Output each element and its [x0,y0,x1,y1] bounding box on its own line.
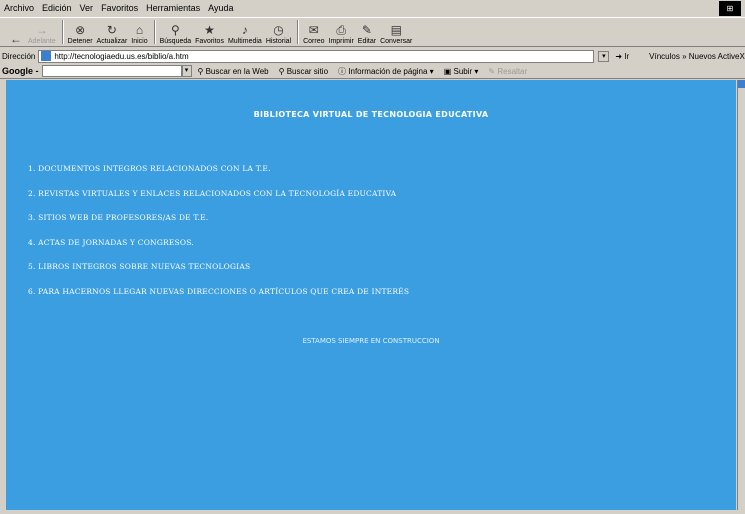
discuss-icon: ▤ [390,23,402,37]
search-site-button[interactable]: ⚲ Buscar sitio [279,67,328,76]
address-label: Dirección [2,51,36,61]
refresh-icon: ↻ [106,23,117,37]
search-web-button[interactable]: ⚲ Buscar en la Web [198,67,269,76]
toolbar-button-print[interactable]: ⎙ Imprimir [329,18,354,46]
page-title: BIBLIOTECA VIRTUAL DE TECNOLOGIA EDUCATI… [253,110,489,119]
multimedia-icon: ♪ [241,23,248,37]
toolbar-label: Historial [265,38,292,45]
up-label: Subir [453,66,473,76]
toolbar-label: Editar [357,38,377,45]
address-dropdown-button[interactable]: ▾ [598,50,610,62]
up-button[interactable]: ▣ Subir ▾ [444,67,479,76]
menu-edicion[interactable]: Edición [38,0,76,17]
window-bottom-edge [0,510,745,514]
link-sitios-web[interactable]: 3. SITIOS WEB DE PROFESORES/AS DE T.E. [28,213,409,238]
toolbar-label: Multimedia [227,38,262,45]
toolbar-label: Favoritos [195,38,224,45]
link-revistas[interactable]: 2. REVISTAS VIRTUALES Y ENLACES RELACION… [28,189,409,214]
print-icon: ⎙ [336,23,346,37]
toolbar-separator [153,20,156,44]
google-logo[interactable]: Google - [2,66,39,76]
google-search-input[interactable] [41,65,182,77]
mail-icon: ✉ [308,23,319,37]
highlight-label: Resaltar [497,66,528,76]
google-dropdown-button[interactable]: ▾ [181,65,192,77]
links-bar[interactable]: Vínculos » Nuevos ActiveX [649,52,745,61]
toolbar-label: Correo [303,38,325,45]
toolbar-label: Conversar [380,38,413,45]
favorites-icon: ★ [204,23,215,37]
toolbar-button-mail[interactable]: ✉ Correo [303,18,324,46]
page-content: BIBLIOTECA VIRTUAL DE TECNOLOGIA EDUCATI… [6,80,736,510]
windows-logo-icon: ⊞ [719,1,741,16]
search-site-label: Buscar sitio [286,66,329,76]
toolbar-button-favorites[interactable]: ★ Favoritos [195,18,224,46]
link-libros[interactable]: 5. LIBROS INTEGROS SOBRE NUEVAS TECNOLOG… [28,262,409,287]
menu-herramientas[interactable]: Herramientas [142,0,204,17]
menu-bar: Archivo Edición Ver Favoritos Herramient… [0,0,745,17]
menu-ver[interactable]: Ver [76,0,98,17]
vertical-scrollbar[interactable] [737,80,745,510]
google-toolbar: Google - ▾ ⚲ Buscar en la Web ⚲ Buscar s… [0,64,745,79]
stop-icon: ⊗ [75,23,86,37]
address-url: http://tecnologiaedu.us.es/biblio/a.htm [54,51,189,61]
toolbar-separator [61,20,64,44]
menu-ayuda[interactable]: Ayuda [204,0,237,17]
menu-archivo[interactable]: Archivo [0,0,38,17]
toolbar-button-edit[interactable]: ✎ Editar [358,18,376,46]
toolbar-button-back-arrow[interactable]: ← [8,18,24,46]
highlight-button[interactable]: ✎ Resaltar [488,67,527,76]
toolbar-button-home[interactable]: ⌂ Inicio [131,18,147,46]
back-arrow-icon: ← [10,32,22,46]
page-info-label: Información de página [348,66,428,76]
address-bar: Dirección http://tecnologiaedu.us.es/bib… [0,48,745,64]
link-actas[interactable]: 4. ACTAS DE JORNADAS Y CONGRESOS. [28,238,409,263]
toolbar-button-history[interactable]: ◷ Historial [266,18,291,46]
search-icon: ⚲ [170,23,180,37]
toolbar-button-refresh[interactable]: ↻ Actualizar [97,18,128,46]
toolbar-label: Inicio [131,38,148,45]
toolbar-label: Adelante [28,38,56,45]
toolbar-label: Imprimir [328,38,354,45]
link-list: 1. DOCUMENTOS INTEGROS RELACIONADOS CON … [28,164,409,311]
page-info-button[interactable]: ⓘ Información de página ▾ [338,66,434,77]
edit-icon: ✎ [361,23,372,37]
toolbar: ← → Adelante ⊗ Detener ↻ Actualizar ⌂ Inicio ⚲ Bús… [0,17,745,47]
toolbar-separator [297,20,300,44]
toolbar-button-multimedia[interactable]: ♪ Multimedia [228,18,262,46]
go-button[interactable]: ➜ Ir [615,52,629,61]
toolbar-button-forward-arrow[interactable]: → Adelante [28,18,56,46]
scroll-up-icon[interactable] [738,80,745,88]
construction-notice: ESTAMOS SIEMPRE EN CONSTRUCCION [302,337,440,345]
page-icon [41,51,52,61]
address-input[interactable]: http://tecnologiaedu.us.es/biblio/a.htm [38,49,595,63]
forward-arrow-icon: → [35,23,48,37]
history-icon: ◷ [273,23,284,37]
home-icon: ⌂ [135,23,144,37]
toolbar-label: Actualizar [96,38,128,45]
menu-favoritos[interactable]: Favoritos [97,0,142,17]
search-web-label: Buscar en la Web [205,66,269,76]
toolbar-label: Búsqueda [159,38,192,45]
link-documentos[interactable]: 1. DOCUMENTOS INTEGROS RELACIONADOS CON … [28,164,409,189]
toolbar-button-discuss[interactable]: ▤ Conversar [380,18,412,46]
link-nuevas-direcciones[interactable]: 6. PARA HACERNOS LLEGAR NUEVAS DIRECCION… [28,287,409,312]
go-label: Ir [624,51,630,61]
toolbar-label: Detener [67,38,93,45]
toolbar-button-stop[interactable]: ⊗ Detener [68,18,93,46]
toolbar-button-search[interactable]: ⚲ Búsqueda [160,18,192,46]
